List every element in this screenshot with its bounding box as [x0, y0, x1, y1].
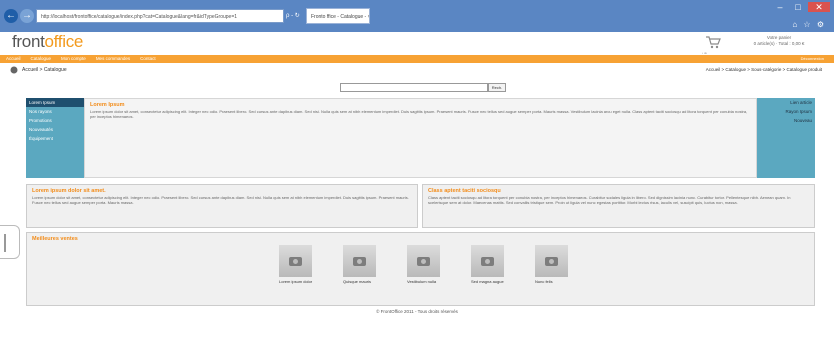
logout-link[interactable]: Déconnexion — [801, 55, 824, 63]
browser-tab[interactable]: Fronto ffice - Catalogue - × — [306, 8, 370, 24]
back-arrow-icon: ← — [6, 10, 16, 21]
window-controls: – □ ✕ — [772, 2, 830, 12]
site-header: frontoffice Votre panier 0 article(s) · … — [0, 32, 834, 55]
product-thumbnail[interactable] — [535, 245, 568, 277]
right-nav: Lien article Rayon Ipsum Nouveau — [757, 98, 815, 178]
product-card[interactable]: Lorem ipsum dolor — [279, 245, 313, 284]
camera-icon — [545, 256, 558, 266]
product-card[interactable]: Sed magna augue — [471, 245, 505, 284]
cart-lines: 0 article(s) · Total : 0,00 € — [753, 41, 805, 46]
cart-icon[interactable] — [705, 35, 721, 49]
home-icon[interactable] — [10, 66, 18, 74]
box-left-text: Lorem ipsum dolor sit amet, consectetur … — [32, 195, 409, 205]
product-label[interactable]: Lorem ipsum dolor — [279, 279, 313, 284]
side-panel-handle[interactable] — [0, 225, 20, 259]
intro-text: Lorem ipsum dolor sit amet, consectetur … — [90, 109, 748, 119]
address-controls[interactable]: ρ - ↻ — [286, 9, 300, 23]
product-card[interactable]: Vestibulum nulla — [407, 245, 441, 284]
camera-icon — [289, 256, 302, 266]
right-nav-item[interactable]: Rayon Ipsum — [757, 107, 815, 116]
logo-accent: office — [44, 32, 84, 51]
left-nav-item[interactable]: Nos rayons — [26, 107, 84, 116]
menu-item-contact[interactable]: Contact — [140, 55, 156, 63]
product-thumbnail[interactable] — [471, 245, 504, 277]
site-logo[interactable]: frontoffice — [12, 32, 83, 52]
box-right-title: Class aptent taciti sociosqu — [428, 188, 501, 194]
product-thumbnail[interactable] — [343, 245, 376, 277]
search-button[interactable]: Rech. — [488, 83, 506, 92]
back-button[interactable]: ← — [4, 9, 18, 23]
box-right-text: Class aptent taciti sociosqu ad litora t… — [428, 195, 791, 205]
maximize-icon[interactable]: □ — [790, 2, 806, 12]
cart-summary[interactable]: Votre panier 0 article(s) · Total : 0,00… — [734, 35, 824, 47]
minimize-icon[interactable]: – — [772, 2, 788, 12]
product-list: Lorem ipsum dolor Quisque mauris Vestibu… — [279, 245, 569, 284]
breadcrumb-row: Accueil > Catalogue Accueil > Catalogue … — [0, 63, 834, 77]
main-menu: Accueil Catalogue Mon compte Mes command… — [6, 55, 156, 63]
toolbar-icons[interactable]: ⌂ ☆ ⚙ — [792, 20, 826, 29]
left-nav: Lorem Ipsum Nos rayons Promotions Nouvea… — [26, 98, 84, 178]
right-nav-item[interactable]: Nouveau — [757, 116, 815, 125]
right-nav-item[interactable]: Lien article — [757, 98, 815, 107]
menu-item-catalogue[interactable]: Catalogue — [31, 55, 52, 63]
product-label[interactable]: Vestibulum nulla — [407, 279, 441, 284]
box-left-title: Lorem ipsum dolor sit amet. — [32, 188, 106, 194]
left-nav-item[interactable]: Équipement — [26, 134, 84, 143]
best-sellers-title: Meilleures ventes — [32, 236, 78, 242]
close-icon[interactable]: ✕ — [808, 2, 830, 12]
menu-item-orders[interactable]: Mes commandes — [96, 55, 130, 63]
search-input[interactable] — [340, 83, 488, 92]
left-nav-item[interactable]: Promotions — [26, 116, 84, 125]
product-label[interactable]: Sed magna augue — [471, 279, 505, 284]
content-box-left: Lorem ipsum dolor sit amet. Lorem ipsum … — [26, 184, 418, 228]
menu-item-account[interactable]: Mon compte — [61, 55, 86, 63]
browser-titlebar: ← → http://localhost/frontoffice/catalog… — [0, 0, 834, 32]
camera-icon — [417, 256, 430, 266]
forward-arrow-icon: → — [22, 10, 32, 21]
page-title: Accueil > Catalogue — [22, 67, 67, 73]
content-box-right: Class aptent taciti sociosqu Class apten… — [422, 184, 815, 228]
camera-icon — [353, 256, 366, 266]
product-label[interactable]: Nunc felis — [535, 279, 569, 284]
logo-prefix: front — [12, 32, 45, 51]
product-label[interactable]: Quisque mauris — [343, 279, 377, 284]
footer: © FrontOffice 2011 - Tous droits réservé… — [376, 309, 458, 314]
address-bar[interactable]: http://localhost/frontoffice/catalogue/i… — [36, 9, 284, 23]
left-nav-item[interactable]: Nouveautés — [26, 125, 84, 134]
intro-panel: Lorem Ipsum Lorem ipsum dolor sit amet, … — [84, 98, 757, 178]
intro-title: Lorem Ipsum — [90, 102, 125, 108]
left-nav-item[interactable]: Lorem Ipsum — [26, 98, 84, 107]
best-sellers-panel: Meilleures ventes Lorem ipsum dolor Quis… — [26, 232, 815, 306]
camera-icon — [481, 256, 494, 266]
menu-item-accueil[interactable]: Accueil — [6, 55, 21, 63]
product-card[interactable]: Nunc felis — [535, 245, 569, 284]
forward-button[interactable]: → — [20, 9, 34, 23]
breadcrumb[interactable]: Accueil > Catalogue > Sous-catégorie > C… — [706, 66, 822, 74]
product-thumbnail[interactable] — [407, 245, 440, 277]
grip-icon — [4, 234, 6, 252]
product-card[interactable]: Quisque mauris — [343, 245, 377, 284]
product-thumbnail[interactable] — [279, 245, 312, 277]
